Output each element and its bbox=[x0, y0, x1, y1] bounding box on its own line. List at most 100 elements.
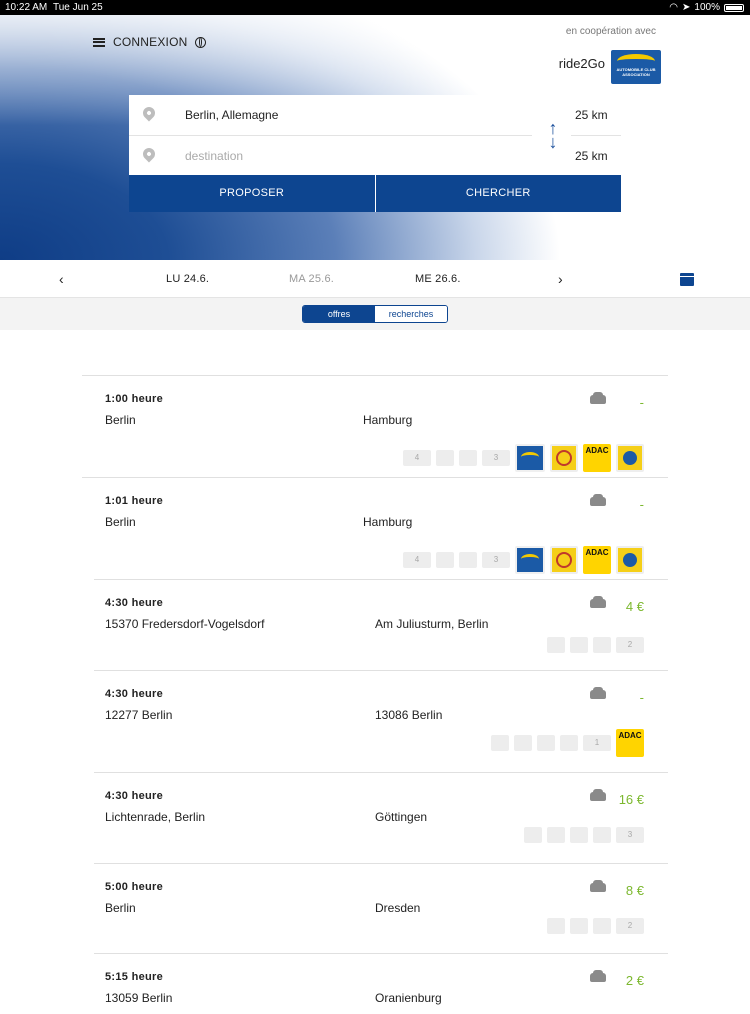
seats-badge: 3 bbox=[616, 827, 644, 843]
ride-destination: Hamburg bbox=[363, 413, 413, 427]
feature-icon bbox=[459, 552, 477, 568]
partner-logo-round bbox=[550, 444, 578, 472]
feature-icon bbox=[524, 827, 542, 843]
status-right: ◠ ➤ 100% bbox=[669, 0, 744, 15]
status-time: 10:22 AM bbox=[5, 2, 48, 13]
ride-time: 4:30 heure bbox=[105, 688, 164, 700]
menu-label: CONNEXION bbox=[113, 35, 188, 49]
ride-price: - bbox=[639, 690, 644, 705]
partner-logo-adac: ADAC bbox=[583, 546, 611, 574]
ride-destination: Am Juliusturm, Berlin bbox=[375, 617, 489, 631]
ride-features: 3 bbox=[524, 827, 644, 843]
offers-searches-toggle: offres recherches bbox=[302, 305, 448, 323]
search-card: Berlin, Allemagne destination ↑ ↓ 25 km 2… bbox=[129, 95, 621, 212]
status-bar: 10:22 AM Tue Jun 25 ◠ ➤ 100% bbox=[0, 0, 750, 15]
ride-row[interactable]: 5:00 heure Berlin Dresden 8 € 2 bbox=[94, 863, 668, 954]
search-button[interactable]: CHERCHER bbox=[374, 175, 621, 212]
destination-placeholder: destination bbox=[185, 149, 244, 163]
feature-icon bbox=[593, 827, 611, 843]
hamburger-icon bbox=[93, 37, 105, 47]
ride-price: - bbox=[639, 395, 644, 410]
ride-row[interactable]: 1:01 heure Berlin Hamburg - 4 3 ADAC bbox=[82, 477, 668, 580]
ride-time: 4:30 heure bbox=[105, 790, 164, 802]
partner-logo-aca bbox=[515, 444, 545, 472]
ride-price: 4 € bbox=[625, 599, 644, 614]
destination-field[interactable]: destination bbox=[129, 136, 532, 176]
ride-destination: Dresden bbox=[375, 901, 421, 915]
swap-icon[interactable]: ↑ ↓ bbox=[543, 119, 563, 151]
date-navigation: ‹ LU 24.6. MA 25.6. ME 26.6. › bbox=[0, 261, 750, 298]
propose-button[interactable]: PROPOSER bbox=[129, 175, 375, 212]
ride-origin: Lichtenrade, Berlin bbox=[105, 810, 206, 824]
partner-logo: AUTOMOBILE CLUB ASSOCIATION bbox=[611, 50, 661, 84]
battery-label: 100% bbox=[694, 2, 720, 13]
ride-features: 2 bbox=[547, 637, 644, 653]
location-icon: ➤ bbox=[682, 2, 691, 13]
ride-row[interactable]: 4:30 heure Lichtenrade, Berlin Göttingen 16… bbox=[94, 772, 668, 864]
destination-radius[interactable]: 25 km bbox=[575, 149, 621, 163]
ride-time: 1:01 heure bbox=[105, 495, 164, 507]
seats-badge: 3 bbox=[482, 450, 510, 466]
ride-destination: 13086 Berlin bbox=[375, 708, 443, 722]
location-pin-icon bbox=[140, 145, 158, 163]
ride-row[interactable]: 4:30 heure 15370 Fredersdorf-Vogelsdorf Am… bbox=[94, 579, 668, 671]
feature-icon bbox=[547, 827, 565, 843]
car-icon bbox=[590, 789, 606, 801]
seats-badge: 4 bbox=[403, 450, 431, 466]
tab-offers[interactable]: offres bbox=[303, 306, 375, 322]
ride-row[interactable]: 5:15 heure 13059 Berlin Oranienburg 2 € bbox=[94, 953, 668, 1014]
day-tuesday[interactable]: MA 25.6. bbox=[289, 273, 334, 285]
seats-badge: 4 bbox=[403, 552, 431, 568]
prev-day-icon[interactable]: ‹ bbox=[59, 271, 64, 287]
ride-row[interactable]: 4:30 heure 12277 Berlin 13086 Berlin - 1 ADAC bbox=[94, 670, 668, 773]
partner-logo-arc bbox=[617, 54, 655, 68]
feature-icon bbox=[514, 735, 532, 751]
origin-value: Berlin, Allemagne bbox=[185, 108, 279, 122]
feature-icon bbox=[436, 552, 454, 568]
feature-icon bbox=[570, 827, 588, 843]
next-day-icon[interactable]: › bbox=[558, 271, 563, 287]
ride-origin: 15370 Fredersdorf-Vogelsdorf bbox=[105, 617, 265, 631]
partner-logo-tcs bbox=[616, 444, 644, 472]
partner-logo-adac: ADAC bbox=[616, 729, 644, 757]
car-icon bbox=[590, 392, 606, 404]
radius-divider bbox=[571, 135, 621, 136]
partner-logo-round bbox=[550, 546, 578, 574]
feature-icon bbox=[537, 735, 555, 751]
ride-features: 1 ADAC bbox=[491, 729, 644, 757]
feature-icon bbox=[436, 450, 454, 466]
ride-time: 5:15 heure bbox=[105, 971, 164, 983]
ride-price: 8 € bbox=[625, 883, 644, 898]
car-icon bbox=[590, 596, 606, 608]
ride-row[interactable]: 1:00 heure Berlin Hamburg - 4 3 ADAC bbox=[82, 375, 668, 478]
feature-icon bbox=[547, 637, 565, 653]
menu-button[interactable]: CONNEXION bbox=[93, 35, 207, 49]
battery-icon bbox=[724, 3, 744, 12]
car-icon bbox=[590, 880, 606, 892]
ride-features: 4 3 ADAC bbox=[403, 444, 644, 472]
seats-badge: 2 bbox=[616, 918, 644, 934]
day-wednesday[interactable]: ME 26.6. bbox=[415, 273, 461, 285]
partner-logo-text: AUTOMOBILE CLUB ASSOCIATION bbox=[616, 67, 656, 77]
feature-icon bbox=[570, 918, 588, 934]
status-date: Tue Jun 25 bbox=[53, 2, 103, 13]
ride-origin: 13059 Berlin bbox=[105, 991, 173, 1005]
action-buttons: PROPOSER CHERCHER bbox=[129, 175, 621, 212]
ride-price: 16 € bbox=[618, 792, 644, 807]
ride-price: 2 € bbox=[625, 973, 644, 988]
feature-icon bbox=[547, 918, 565, 934]
car-icon bbox=[590, 970, 606, 982]
globe-icon[interactable] bbox=[195, 36, 207, 48]
origin-field[interactable]: Berlin, Allemagne bbox=[129, 95, 532, 136]
ride-origin: 12277 Berlin bbox=[105, 708, 173, 722]
car-icon bbox=[590, 687, 606, 699]
ride-features: 2 bbox=[547, 918, 644, 934]
ride-destination: Göttingen bbox=[375, 810, 428, 824]
feature-icon bbox=[593, 637, 611, 653]
calendar-icon[interactable] bbox=[680, 273, 694, 286]
ride-time: 5:00 heure bbox=[105, 881, 164, 893]
feature-icon bbox=[570, 637, 588, 653]
tab-searches[interactable]: recherches bbox=[375, 306, 447, 322]
origin-radius[interactable]: 25 km bbox=[575, 108, 621, 122]
day-monday[interactable]: LU 24.6. bbox=[166, 273, 209, 285]
